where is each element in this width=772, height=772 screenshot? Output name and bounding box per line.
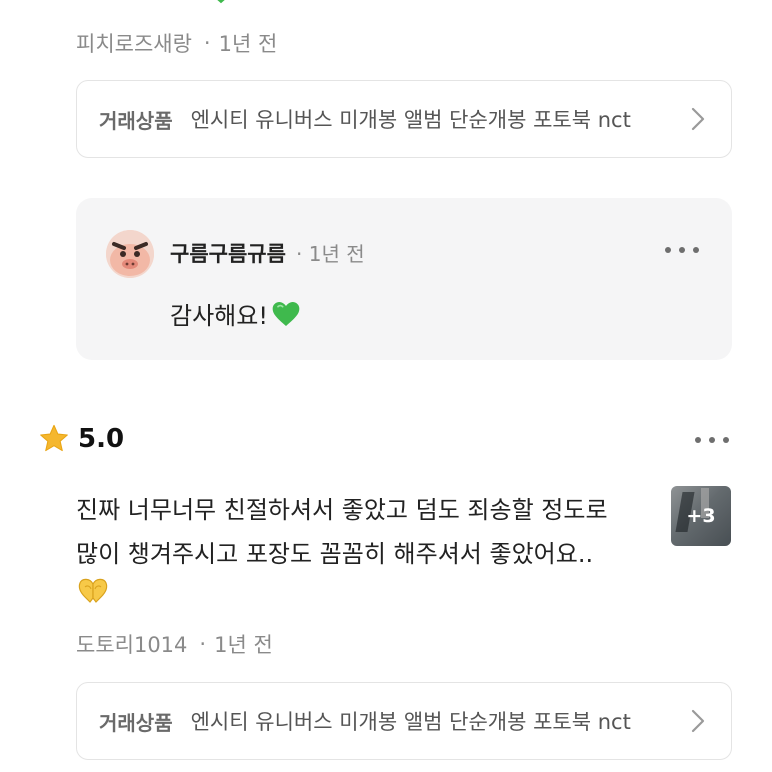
product-card-label: 거래상품	[99, 710, 173, 735]
reply-time-value: 1년 전	[308, 242, 365, 266]
review-time: 1년 전	[214, 633, 273, 657]
green-heart-icon	[217, 0, 225, 4]
traded-product-card[interactable]: 거래상품 엔시티 유니버스 미개봉 앨범 단순개봉 포토북 nct	[76, 682, 732, 760]
separator-dot: ·	[199, 632, 207, 656]
review-meta: 도토리1014 · 1년 전	[76, 629, 273, 659]
photo-count: +3	[686, 505, 716, 527]
rating: 5.0	[38, 423, 124, 455]
reply-message: 감사해요!	[170, 302, 268, 330]
review-text-cutoff	[76, 0, 232, 8]
photo-count-overlay: +3	[671, 486, 731, 546]
avatar[interactable]	[106, 230, 154, 278]
seller-reply: 구름구름규름 · 1년 전 감사해요!	[76, 198, 732, 360]
review-line: 진짜 너무너무 친절하셔서 좋았고 덤도 죄송할 정도로	[76, 496, 608, 524]
chevron-right-icon	[691, 709, 705, 733]
star-icon	[40, 424, 68, 452]
green-heart-icon	[272, 301, 300, 326]
reply-time: · 1년 전	[296, 242, 365, 266]
avatar-image	[106, 230, 154, 278]
more-options-icon[interactable]	[692, 432, 732, 448]
product-card-title: 엔시티 유니버스 미개봉 앨범 단순개봉 포토북 nct	[190, 710, 631, 734]
more-options-icon[interactable]	[662, 242, 702, 258]
reply-author[interactable]: 구름구름규름	[170, 238, 286, 268]
heart-hands-icon	[78, 578, 108, 603]
separator-dot: ·	[203, 31, 211, 55]
review-time: 1년 전	[218, 32, 278, 56]
review-author[interactable]: 도토리1014	[76, 629, 187, 659]
reply-text: 감사해요!	[170, 296, 302, 331]
review-line: 많이 챙겨주시고 포장도 꼼꼼히 해주셔서 좋았어요..	[76, 540, 594, 568]
review-meta: 피치로즈새랑 · 1년 전	[76, 28, 277, 58]
chevron-right-icon	[691, 107, 705, 131]
review-photo-thumbnail[interactable]: +3	[671, 486, 731, 546]
review-list: 피치로즈새랑 · 1년 전 거래상품 엔시티 유니버스 미개봉 앨범 단순개봉 …	[0, 0, 772, 772]
review-body: 진짜 너무너무 친절하셔서 좋았고 덤도 죄송할 정도로 많이 챙겨주시고 포장…	[76, 488, 646, 576]
traded-product-card[interactable]: 거래상품 엔시티 유니버스 미개봉 앨범 단순개봉 포토북 nct	[76, 80, 732, 158]
product-card-title: 엔시티 유니버스 미개봉 앨범 단순개봉 포토북 nct	[190, 108, 631, 132]
product-card-label: 거래상품	[99, 108, 173, 133]
rating-score: 5.0	[78, 424, 125, 454]
review-author[interactable]: 피치로즈새랑	[76, 28, 192, 58]
